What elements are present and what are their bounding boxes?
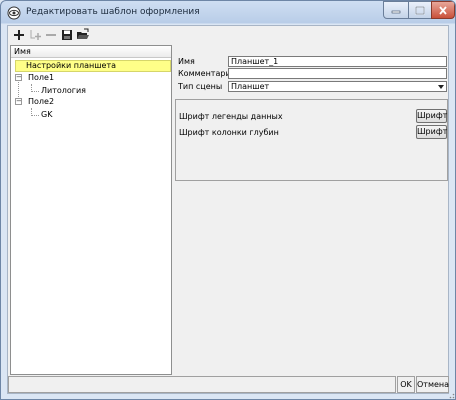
name-label: Имя	[178, 57, 195, 66]
app-eye-icon	[7, 6, 21, 20]
title-bar[interactable]: Редактировать шаблон оформления	[1, 1, 455, 25]
dialog-client-area: Имя Настройки планшета − Поле1 Литология…	[7, 25, 449, 394]
tree-item-label: Литология	[41, 86, 86, 95]
tree-item-gk[interactable]: GK	[41, 109, 52, 121]
template-tree[interactable]: Имя Настройки планшета − Поле1 Литология…	[10, 45, 172, 375]
toolbar	[8, 26, 448, 44]
legend-font-button[interactable]: Шрифт	[416, 109, 447, 123]
tree-column-header[interactable]: Имя	[11, 46, 171, 58]
save-icon	[62, 30, 72, 40]
resize-grip-icon[interactable]	[447, 391, 455, 399]
ok-button[interactable]: OK	[397, 376, 415, 393]
collapse-toggle-field2[interactable]: −	[15, 98, 22, 105]
scene-type-label: Тип сцены	[178, 82, 223, 91]
dialog-footer: OK Отмена	[8, 376, 449, 394]
close-button[interactable]	[431, 1, 455, 19]
tree-item-field2[interactable]: Поле2	[28, 96, 54, 108]
window-title: Редактировать шаблон оформления	[26, 7, 200, 17]
dialog-window: Редактировать шаблон оформления Имя Наст…	[0, 0, 456, 400]
add-child-icon	[30, 30, 41, 40]
cancel-button[interactable]: Отмена	[416, 376, 449, 393]
add-item-button[interactable]	[12, 28, 26, 42]
tree-item-label: Поле2	[28, 97, 55, 106]
minimize-icon	[391, 10, 401, 14]
tree-item-field1[interactable]: Поле1	[28, 72, 54, 84]
close-icon	[439, 5, 447, 15]
scene-type-value: Планшет	[231, 82, 270, 91]
tree-item-label: Настройки планшета	[26, 61, 117, 70]
font-settings-panel: Шрифт легенды данных Шрифт Шрифт колонки…	[175, 99, 448, 181]
tree-item-label: GK	[41, 110, 53, 119]
footer-spacer	[8, 376, 396, 393]
tree-item-label: Поле1	[28, 73, 55, 82]
add-child-button[interactable]	[28, 28, 42, 42]
dropdown-arrow-icon[interactable]	[436, 82, 446, 91]
name-field[interactable]: Планшет_1	[228, 56, 447, 67]
open-button[interactable]	[76, 28, 90, 42]
depth-font-label: Шрифт колонки глубин	[179, 128, 279, 137]
save-button[interactable]	[60, 28, 74, 42]
maximize-icon	[415, 5, 425, 15]
scene-type-select[interactable]: Планшет	[228, 81, 447, 92]
tree-item-tablet-settings[interactable]: Настройки планшета	[15, 60, 171, 72]
tree-connector	[31, 115, 39, 116]
open-folder-icon	[77, 28, 89, 39]
comment-field[interactable]	[228, 68, 447, 79]
legend-font-label: Шрифт легенды данных	[179, 112, 283, 121]
maximize-button[interactable]	[408, 1, 432, 19]
minus-icon	[46, 34, 56, 36]
tree-connector	[31, 91, 39, 92]
collapse-toggle-field1[interactable]: −	[15, 74, 22, 81]
minimize-button[interactable]	[383, 1, 409, 19]
properties-panel: Имя Планшет_1 Комментарий Тип сцены План…	[176, 45, 448, 97]
depth-font-button[interactable]: Шрифт	[416, 125, 447, 139]
plus-icon	[14, 30, 24, 40]
remove-item-button[interactable]	[44, 28, 58, 42]
